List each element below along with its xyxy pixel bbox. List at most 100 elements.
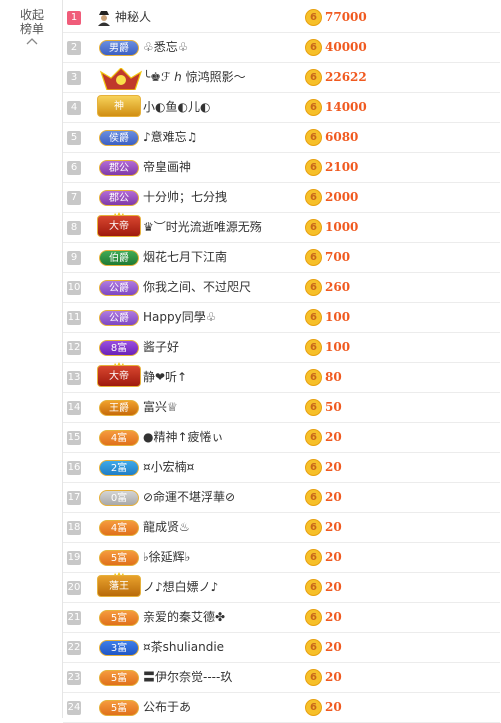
coin-icon: 6 [305, 189, 322, 206]
ranking-row[interactable]: 10 公爵 你我之间、不过咫尺 6 260 [63, 273, 500, 303]
collapse-label-line1: 收起 [19, 8, 44, 22]
user-name[interactable]: ♭徐延辉♭ [143, 543, 190, 572]
coin-icon: 6 [305, 39, 322, 56]
rank-number: 23 [67, 671, 81, 685]
coin-icon: 6 [305, 339, 322, 356]
rank-number: 22 [67, 641, 81, 655]
user-name[interactable]: ♛︶时光流逝唯源无殇 [143, 213, 262, 242]
user-name[interactable]: 小◐鱼◐儿◐ [143, 93, 210, 122]
user-name[interactable]: 帝皇画神 [143, 153, 191, 182]
rank-badge: 男爵 [97, 38, 145, 58]
ranking-row[interactable]: 13 大帝 静❤听↑ 6 80 [63, 362, 500, 393]
user-name[interactable]: Happy同學♧ [143, 303, 216, 332]
rank-badge: 王爵 [97, 398, 145, 418]
ranking-row[interactable]: 20 藩王 ノ♪想白嫖ノ♪ 6 20 [63, 572, 500, 603]
rank-badge-label: 0富 [99, 490, 139, 506]
rank-badge-label: 伯爵 [99, 250, 139, 266]
ranking-row[interactable]: 16 2富 ¤小宏楠¤ 6 20 [63, 453, 500, 483]
user-name[interactable]: ♧悉忘♧ [143, 33, 189, 62]
coin-icon: 6 [305, 489, 322, 506]
ranking-row[interactable]: 15 4富 ●精神↑疲惓ぃ 6 20 [63, 423, 500, 453]
score-value: 260 [325, 280, 351, 294]
ranking-row[interactable]: 4 神小◐鱼◐儿◐ 6 14000 [63, 93, 500, 123]
ranking-row[interactable]: 9 伯爵 烟花七月下江南 6 700 [63, 243, 500, 273]
ranking-row[interactable]: 12 8富 酱子好 6 100 [63, 333, 500, 363]
rank-number: 16 [67, 461, 81, 475]
user-name[interactable]: 十分帅；七分拽 [143, 183, 227, 212]
ranking-row[interactable]: 11 公爵 Happy同學♧ 6 100 [63, 303, 500, 333]
ranking-row[interactable]: 23 5富 〓伊尔奈觉----玖 6 20 [63, 663, 500, 693]
coin-icon: 6 [305, 279, 322, 296]
ranking-row[interactable]: 1 神秘人 6 77000 [63, 3, 500, 33]
score-value: 20 [325, 430, 342, 444]
ranking-row[interactable]: 21 5富 亲爱的秦艾德✤ 6 20 [63, 603, 500, 633]
ranking-row[interactable]: 17 0富 ⊘命運不堪浮華⊘ 6 20 [63, 483, 500, 513]
rank-number: 13 [67, 371, 81, 385]
user-name[interactable]: 亲爱的秦艾德✤ [143, 603, 225, 632]
user-name[interactable]: 龍成贤♨ [143, 513, 190, 542]
ranking-row[interactable]: 24 5富 公布于あ 6 20 [63, 693, 500, 723]
user-name[interactable]: 〓伊尔奈觉----玖 [143, 663, 232, 692]
rank-number: 3 [67, 71, 81, 85]
score-value: 20 [325, 550, 342, 564]
rank-badge: 2富 [97, 458, 145, 478]
user-name[interactable]: ╰♚ℱ ℎ 惊鸿照影～ [143, 63, 246, 92]
rank-badge-label: 5富 [99, 610, 139, 626]
ranking-list: 1 神秘人 6 77000 2 男爵 ♧悉忘♧ 6 40000 3 ╰♚ℱ ℎ 惊鸿照影～ 6 2262… [63, 3, 500, 723]
user-name[interactable]: ⊘命運不堪浮華⊘ [143, 483, 235, 512]
coin-icon: 6 [305, 639, 322, 656]
rank-badge-label: 4富 [99, 520, 139, 536]
rank-badge: 神 [97, 95, 145, 118]
user-name[interactable]: ●精神↑疲惓ぃ [143, 423, 224, 452]
rank-badge: 4富 [97, 518, 145, 538]
coin-icon: 6 [305, 459, 322, 476]
ranking-row[interactable]: 14 王爵 富兴♕ 6 50 [63, 393, 500, 423]
ranking-row[interactable]: 3 ╰♚ℱ ℎ 惊鸿照影～ 6 22622 [63, 63, 500, 93]
rank-badge: 5富 [97, 698, 145, 718]
rank-badge-label: 4富 [99, 430, 139, 446]
user-name[interactable]: ¤小宏楠¤ [143, 453, 194, 482]
coin-icon: 6 [305, 549, 322, 566]
coin-icon: 6 [305, 129, 322, 146]
ranking-row[interactable]: 22 3富 ¤茶shuliandie 6 20 [63, 633, 500, 663]
user-name[interactable]: 你我之间、不过咫尺 [143, 273, 251, 302]
rank-number: 8 [67, 221, 81, 235]
rank-badge: 公爵 [97, 308, 145, 328]
rank-badge-label: 大帝 [97, 215, 141, 237]
user-name[interactable]: 神秘人 [115, 3, 151, 32]
ranking-row[interactable]: 7 郡公 十分帅；七分拽 6 2000 [63, 183, 500, 213]
user-name[interactable]: ¤茶shuliandie [143, 633, 224, 662]
ranking-row[interactable]: 2 男爵 ♧悉忘♧ 6 40000 [63, 33, 500, 63]
rank-number: 24 [67, 701, 81, 715]
rank-badge-label: 5富 [99, 700, 139, 716]
emperor-badge-icon [97, 67, 145, 91]
score-value: 100 [325, 310, 351, 324]
user-name[interactable]: 静❤听↑ [143, 363, 187, 392]
score-value: 14000 [325, 100, 367, 114]
user-name[interactable]: 烟花七月下江南 [143, 243, 227, 272]
rank-badge: 3富 [97, 638, 145, 658]
ranking-row[interactable]: 5 侯爵 ♪意难忘♫ 6 6080 [63, 123, 500, 153]
coin-icon: 6 [305, 669, 322, 686]
user-name[interactable]: 酱子好 [143, 333, 179, 362]
ranking-row[interactable]: 8 大帝 ♛︶时光流逝唯源无殇 6 1000 [63, 212, 500, 243]
ranking-row[interactable]: 18 4富 龍成贤♨ 6 20 [63, 513, 500, 543]
user-name[interactable]: 富兴♕ [143, 393, 178, 422]
rank-number: 18 [67, 521, 81, 535]
rank-badge-label: 神 [97, 95, 141, 117]
rank-badge: 8富 [97, 338, 145, 358]
ranking-row[interactable]: 19 5富 ♭徐延辉♭ 6 20 [63, 543, 500, 573]
rank-badge-label: 8富 [99, 340, 139, 356]
rank-badge-label: 公爵 [99, 280, 139, 296]
rank-badge: 藩王 [97, 572, 145, 598]
score-value: 20 [325, 580, 342, 594]
rank-number: 6 [67, 161, 81, 175]
user-name[interactable]: ノ♪想白嫖ノ♪ [143, 573, 218, 602]
rank-badge: 伯爵 [97, 248, 145, 268]
ranking-row[interactable]: 6 郡公 帝皇画神 6 2100 [63, 153, 500, 183]
coin-icon: 6 [305, 699, 322, 716]
collapse-list-button[interactable]: 收起 榜单 [6, 8, 58, 46]
coin-icon: 6 [305, 9, 322, 26]
user-name[interactable]: ♪意难忘♫ [143, 123, 197, 152]
score-value: 50 [325, 400, 342, 414]
